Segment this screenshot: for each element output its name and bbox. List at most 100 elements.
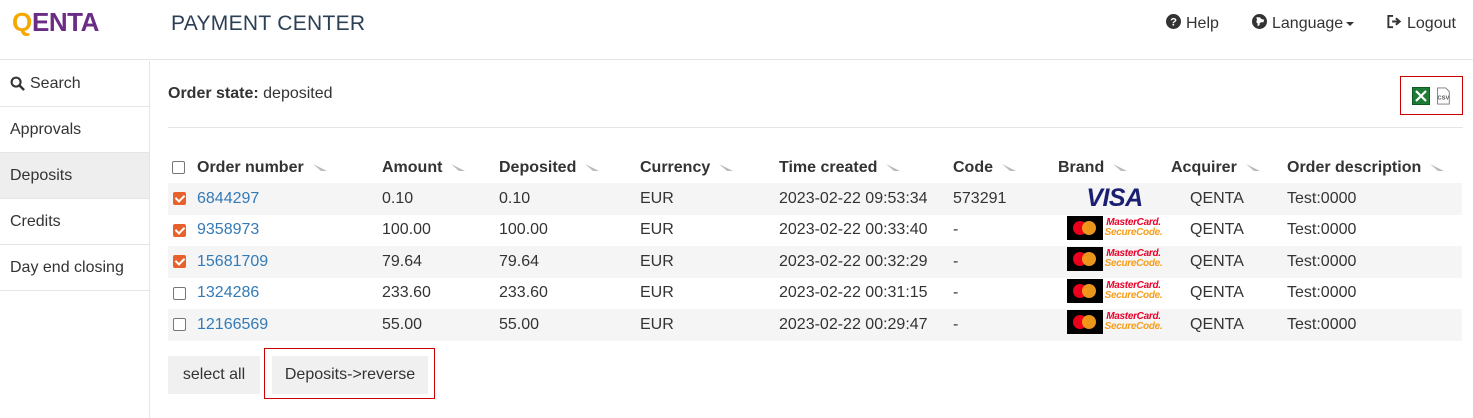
qenta-logo[interactable]: Q ENTA (12, 8, 122, 37)
order-number-link[interactable]: 9358973 (197, 221, 259, 238)
sort-icon (886, 164, 901, 172)
order-number-link[interactable]: 15681709 (197, 253, 268, 270)
table-row: 6844297 0.10 0.10 EUR 2023-02-22 09:53:3… (168, 183, 1462, 215)
brand-cell: MasterCard. SecureCode. (1058, 246, 1171, 278)
column-header-order-description[interactable]: Order description (1287, 152, 1462, 183)
brand-cell: MasterCard. SecureCode. (1058, 215, 1171, 247)
brand-cell: VISA (1058, 183, 1171, 215)
amount-cell: 233.60 (382, 284, 431, 302)
column-header-order-number[interactable]: Order number (197, 152, 382, 183)
column-header-brand[interactable]: Brand (1058, 152, 1171, 183)
order-state-value: deposited (263, 85, 333, 102)
row-checkbox[interactable] (173, 255, 186, 269)
amount-cell: 79.64 (382, 246, 499, 278)
divider (168, 127, 1463, 128)
description-cell: Test:0000 (1287, 183, 1462, 215)
question-circle-icon: ? (1166, 14, 1181, 34)
amount-cell: 55.00 (382, 309, 499, 341)
help-label: Help (1186, 15, 1219, 32)
table-row: 15681709 79.64 79.64 EUR 2023-02-22 00:3… (168, 246, 1462, 278)
app-title: PAYMENT CENTER (171, 12, 366, 35)
export-buttons: CSV (1400, 76, 1463, 115)
sort-icon (1002, 164, 1016, 172)
description-cell: Test:0000 (1287, 246, 1462, 278)
sort-icon (585, 164, 600, 172)
sort-icon (312, 164, 327, 172)
sort-icon (451, 164, 466, 172)
row-checkbox[interactable] (173, 192, 186, 206)
language-label: Language (1272, 15, 1344, 32)
deposited-cell: 0.10 (499, 183, 640, 215)
amount-cell: 100.00 (382, 221, 431, 239)
sidebar-item-label: Approvals (10, 120, 82, 138)
currency-cell: EUR (640, 309, 779, 341)
sidebar-item-credits[interactable]: Credits (0, 199, 149, 245)
select-all-button[interactable]: select all (168, 356, 260, 394)
sort-icon (1113, 164, 1128, 172)
brand-cell: MasterCard. SecureCode. (1058, 309, 1171, 341)
globe-icon (1252, 14, 1267, 34)
mastercard-icon (1066, 215, 1103, 240)
time-created-cell: 2023-02-22 09:53:34 (779, 183, 953, 215)
mastercard-securecode-logo: MasterCard. SecureCode. (1066, 247, 1163, 272)
row-checkbox[interactable] (173, 318, 186, 332)
table-header-row: Order number Amount Deposited Currency T… (168, 152, 1462, 183)
currency-cell: EUR (640, 284, 674, 302)
logout-icon (1386, 14, 1402, 34)
column-header-deposited[interactable]: Deposited (499, 152, 640, 183)
column-header-acquirer[interactable]: Acquirer (1171, 152, 1287, 183)
deposited-cell: 79.64 (499, 246, 640, 278)
order-number-link[interactable]: 12166569 (197, 316, 268, 333)
sort-icon (1430, 164, 1445, 172)
order-state: Order state: deposited (168, 85, 333, 103)
column-header-amount[interactable]: Amount (382, 152, 499, 183)
code-cell: - (953, 246, 1058, 278)
qenta-logo-mark: Q ENTA (12, 8, 100, 37)
row-checkbox[interactable] (173, 286, 186, 300)
logout-link[interactable]: Logout (1386, 14, 1456, 34)
deposited-cell: 100.00 (499, 221, 548, 239)
sidebar-item-deposits[interactable]: Deposits (0, 153, 149, 199)
column-header-time-created[interactable]: Time created (779, 152, 953, 183)
order-number-link[interactable]: 1324286 (197, 284, 259, 301)
mastercard-securecode-logo: MasterCard. SecureCode. (1066, 278, 1163, 303)
sidebar-item-label: Search (30, 74, 81, 92)
deposits-table: Order number Amount Deposited Currency T… (168, 152, 1462, 341)
table-row: 12166569 55.00 55.00 EUR 2023-02-22 00:2… (168, 309, 1462, 341)
order-number-link[interactable]: 6844297 (197, 190, 259, 207)
acquirer-cell: QENTA (1171, 246, 1287, 278)
table-row: 1324286 233.60 233.60 EUR 2023-02-22 00:… (168, 278, 1462, 310)
description-cell: Test:0000 (1287, 309, 1462, 341)
mastercard-icon (1066, 310, 1103, 335)
sidebar-item-approvals[interactable]: Approvals (0, 107, 149, 153)
description-cell: Test:0000 (1287, 284, 1357, 302)
sidebar-item-label: Deposits (10, 166, 73, 184)
sidebar-item-search[interactable]: Search (0, 61, 149, 107)
top-header: Q ENTA PAYMENT CENTER ? Help Language Lo… (0, 0, 1473, 60)
mastercard-securecode-logo: MasterCard. SecureCode. (1066, 310, 1163, 335)
amount-cell: 0.10 (382, 183, 499, 215)
sidebar: Search Approvals Deposits Credits Day en… (0, 61, 150, 418)
table-row: 9358973 100.00 100.00 EUR 2023-02-22 00:… (168, 215, 1462, 247)
excel-icon[interactable] (1411, 86, 1430, 105)
time-created-cell: 2023-02-22 00:33:40 (779, 221, 928, 239)
svg-text:ENTA: ENTA (32, 8, 100, 37)
deposits-reverse-button[interactable]: Deposits->reverse (272, 356, 428, 394)
select-all-checkbox[interactable] (172, 160, 185, 174)
sidebar-item-day-end-closing[interactable]: Day end closing (0, 245, 149, 291)
caret-down-icon (1346, 22, 1355, 26)
column-header-currency[interactable]: Currency (640, 152, 779, 183)
csv-icon[interactable]: CSV (1434, 86, 1452, 106)
help-link[interactable]: ? Help (1166, 14, 1219, 34)
search-icon (10, 76, 25, 91)
svg-text:Q: Q (12, 8, 32, 37)
acquirer-cell: QENTA (1171, 309, 1287, 341)
deposited-cell: 233.60 (499, 284, 548, 302)
sidebar-item-label: Day end closing (10, 258, 124, 276)
row-checkbox[interactable] (173, 223, 186, 237)
language-dropdown[interactable]: Language (1252, 14, 1355, 34)
order-state-label: Order state: (168, 85, 259, 102)
column-header-code[interactable]: Code (953, 152, 1058, 183)
brand-cell: MasterCard. SecureCode. (1058, 278, 1171, 310)
currency-cell: EUR (640, 246, 779, 278)
